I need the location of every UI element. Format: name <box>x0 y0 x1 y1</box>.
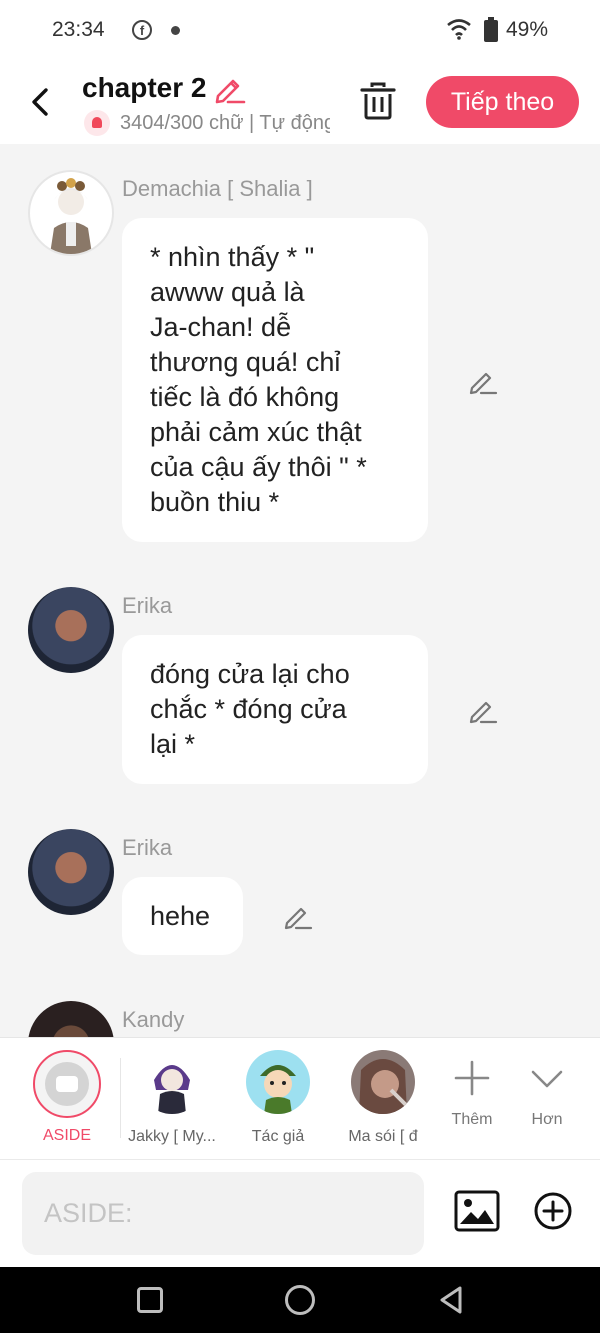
edit-message-icon[interactable] <box>468 366 498 396</box>
add-label: Thêm <box>451 1111 493 1128</box>
sender-name: Erika <box>122 593 173 618</box>
message-bubble[interactable]: * nhìn thấy * " awww quả là Ja-chan! dễ … <box>122 218 428 542</box>
character-avatar <box>140 1050 204 1114</box>
avatar[interactable] <box>28 829 114 915</box>
back-arrow-icon[interactable] <box>26 82 58 122</box>
sender-name: Kandy <box>122 1007 185 1032</box>
battery-percent: 49% <box>506 18 549 41</box>
recent-apps-icon[interactable] <box>137 1287 163 1313</box>
character-label: Jakky [ My... <box>128 1128 216 1145</box>
character-item[interactable]: Tác giả <box>228 1050 328 1146</box>
chapter-title[interactable]: chapter 2 <box>82 72 207 104</box>
message-bubble[interactable]: hehe <box>122 877 243 955</box>
edit-message-icon[interactable] <box>468 695 498 725</box>
chevron-down-icon <box>531 1070 563 1088</box>
divider <box>120 1058 121 1138</box>
wifi-icon <box>447 19 471 40</box>
battery-icon <box>484 17 498 42</box>
plus-icon <box>454 1060 490 1096</box>
character-label: Ma sói [ đ <box>348 1128 418 1145</box>
edit-title-icon[interactable] <box>214 74 246 104</box>
input-bar <box>0 1159 600 1267</box>
bell-icon <box>84 110 110 136</box>
more-characters-button[interactable]: Hơn <box>517 1058 577 1129</box>
character-label: Tác giả <box>251 1128 305 1145</box>
system-nav-bar <box>0 1267 600 1333</box>
notification-dot-icon <box>171 26 180 35</box>
aside-label: ASIDE <box>42 1127 91 1144</box>
avatar[interactable] <box>28 170 114 256</box>
edit-message-icon[interactable] <box>283 901 313 931</box>
avatar[interactable] <box>28 587 114 673</box>
more-label: Hơn <box>531 1111 563 1128</box>
character-avatar <box>351 1050 415 1114</box>
chat-area[interactable]: Demachia [ Shalia ] * nhìn thấy * " awww… <box>0 144 600 1037</box>
character-item[interactable]: Jakky [ My... <box>122 1050 222 1146</box>
editor-header: chapter 2 3404/300 chữ | Tự động lưu Tiế… <box>0 62 600 144</box>
word-count: 3404/300 chữ | Tự động lưu <box>120 112 330 134</box>
sender-name: Erika <box>122 835 173 860</box>
back-nav-icon[interactable] <box>438 1285 464 1315</box>
character-avatar <box>246 1050 310 1114</box>
facebook-icon: f <box>132 20 152 40</box>
character-bar: ASIDE Jakky [ My... Tác giả Ma sói [đ T… <box>0 1037 600 1159</box>
status-bar: 23:34 f 49% <box>0 0 600 62</box>
image-icon[interactable] <box>454 1190 500 1232</box>
aside-input[interactable] <box>22 1172 424 1255</box>
add-character-button[interactable]: Thêm <box>442 1058 502 1129</box>
sender-name: Demachia [ Shalia ] <box>122 176 313 201</box>
status-time: 23:34 <box>52 18 105 41</box>
character-item[interactable]: Ma sói [ đ <box>333 1050 433 1146</box>
message-bubble[interactable]: đóng cửa lại cho chắc * đóng cửa lại * <box>122 635 428 784</box>
avatar[interactable] <box>28 1001 114 1037</box>
next-button[interactable]: Tiếp theo <box>426 76 579 128</box>
chat-bubble-icon <box>56 1076 78 1092</box>
home-icon[interactable] <box>285 1285 315 1315</box>
aside-button[interactable] <box>33 1050 101 1118</box>
add-circle-icon[interactable] <box>533 1191 573 1231</box>
trash-icon[interactable] <box>360 82 396 120</box>
